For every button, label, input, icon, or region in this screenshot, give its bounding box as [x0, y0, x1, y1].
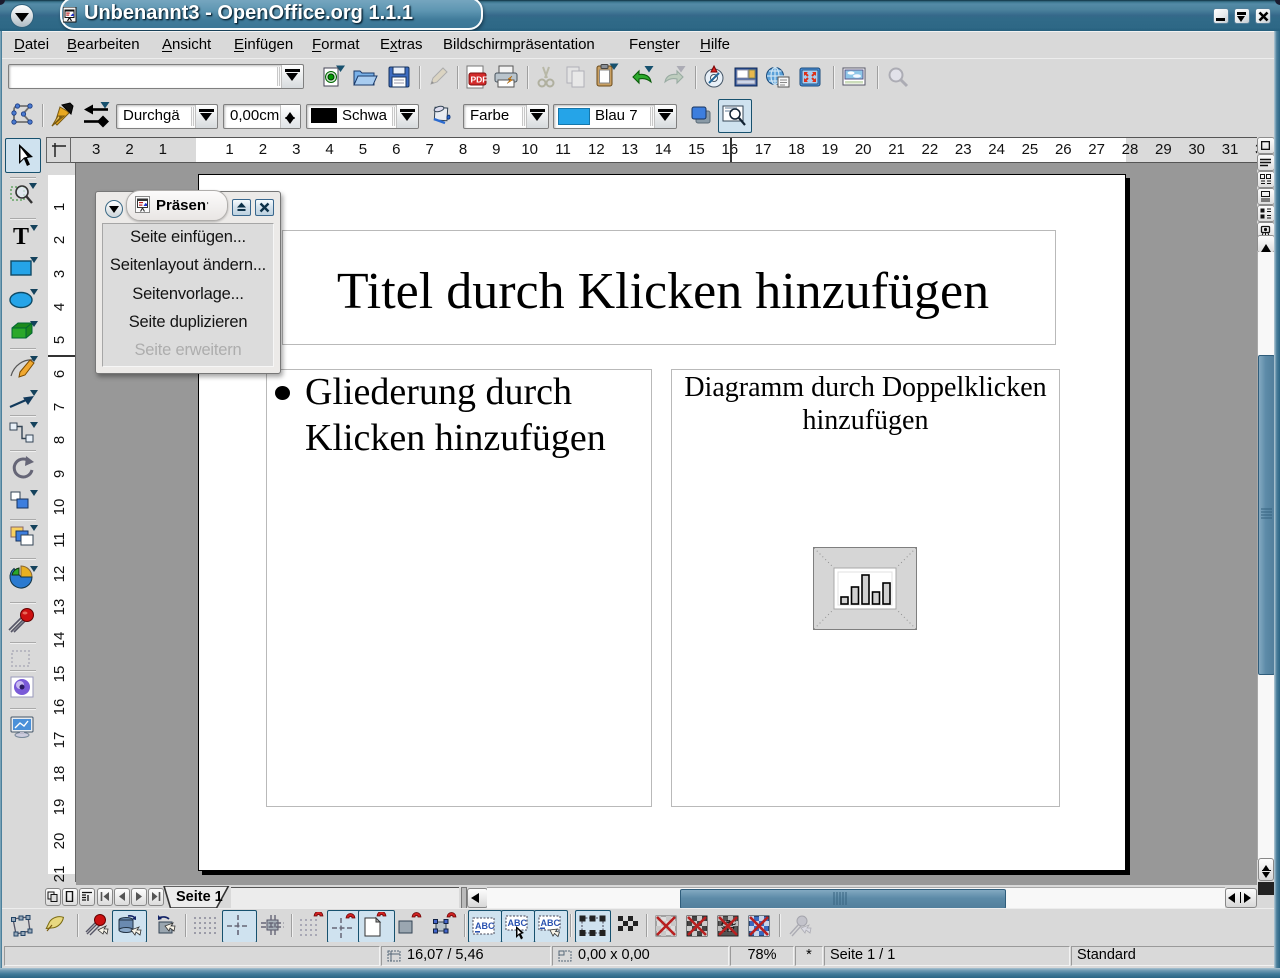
svg-text:PDF: PDF [471, 75, 488, 85]
svg-text:T: T [13, 224, 29, 250]
svg-text:ABC: ABC [541, 918, 561, 928]
svg-text:ABC: ABC [508, 918, 528, 928]
svg-text:ABC: ABC [475, 921, 495, 931]
